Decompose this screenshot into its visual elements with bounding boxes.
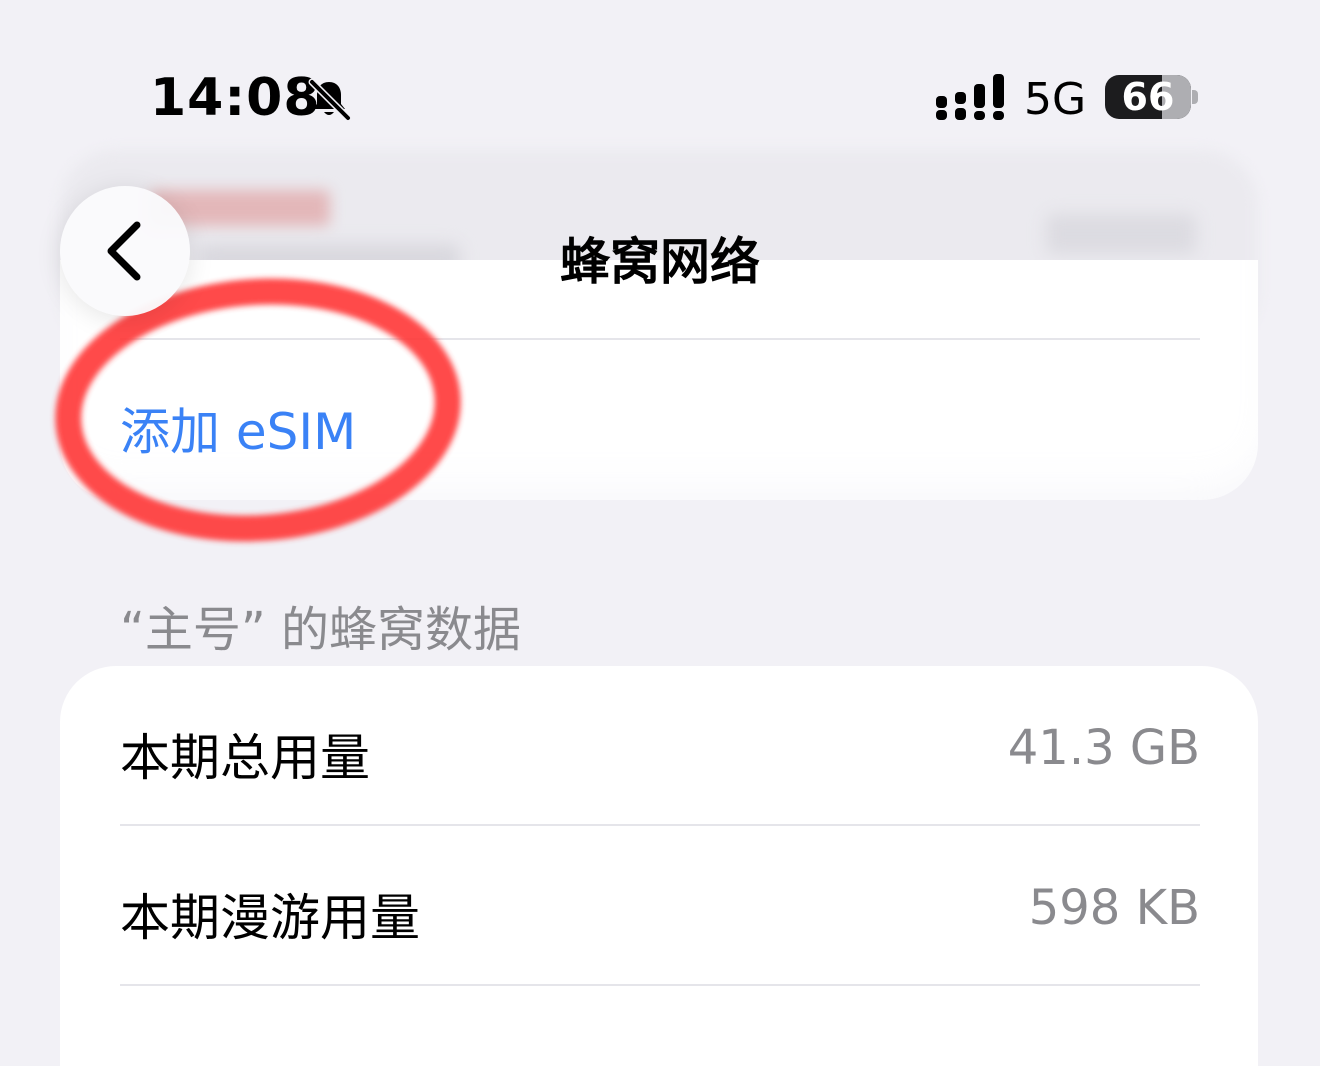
- battery-cap: [1192, 90, 1198, 104]
- row-separator: [120, 824, 1200, 826]
- row-label-total-usage: 本期总用量: [120, 729, 370, 787]
- battery-icon: 66: [1105, 75, 1191, 119]
- bell-slash-icon: [308, 78, 352, 122]
- battery-percentage: 66: [1121, 75, 1175, 119]
- row-label-roaming-usage: 本期漫游用量: [120, 889, 420, 947]
- add-esim-button[interactable]: 添加 eSIM: [120, 392, 356, 464]
- row-value-roaming-usage: 598 KB: [1028, 880, 1200, 936]
- row-separator: [120, 984, 1200, 986]
- page-title: 蜂窝网络: [560, 233, 760, 291]
- esim-card: [60, 260, 1258, 500]
- section-header: “主号” 的蜂窝数据: [120, 602, 521, 658]
- network-type: 5G: [1024, 74, 1087, 125]
- blurred-sim-status: [1046, 214, 1196, 254]
- separator: [120, 338, 1200, 340]
- back-button[interactable]: [60, 186, 190, 316]
- blurred-text-1: [120, 0, 134, 29]
- status-time: 14:08: [150, 68, 321, 128]
- cellular-signal-icon: [936, 74, 1004, 120]
- row-value-total-usage: 41.3 GB: [1007, 720, 1200, 776]
- chevron-left-icon: [107, 221, 141, 281]
